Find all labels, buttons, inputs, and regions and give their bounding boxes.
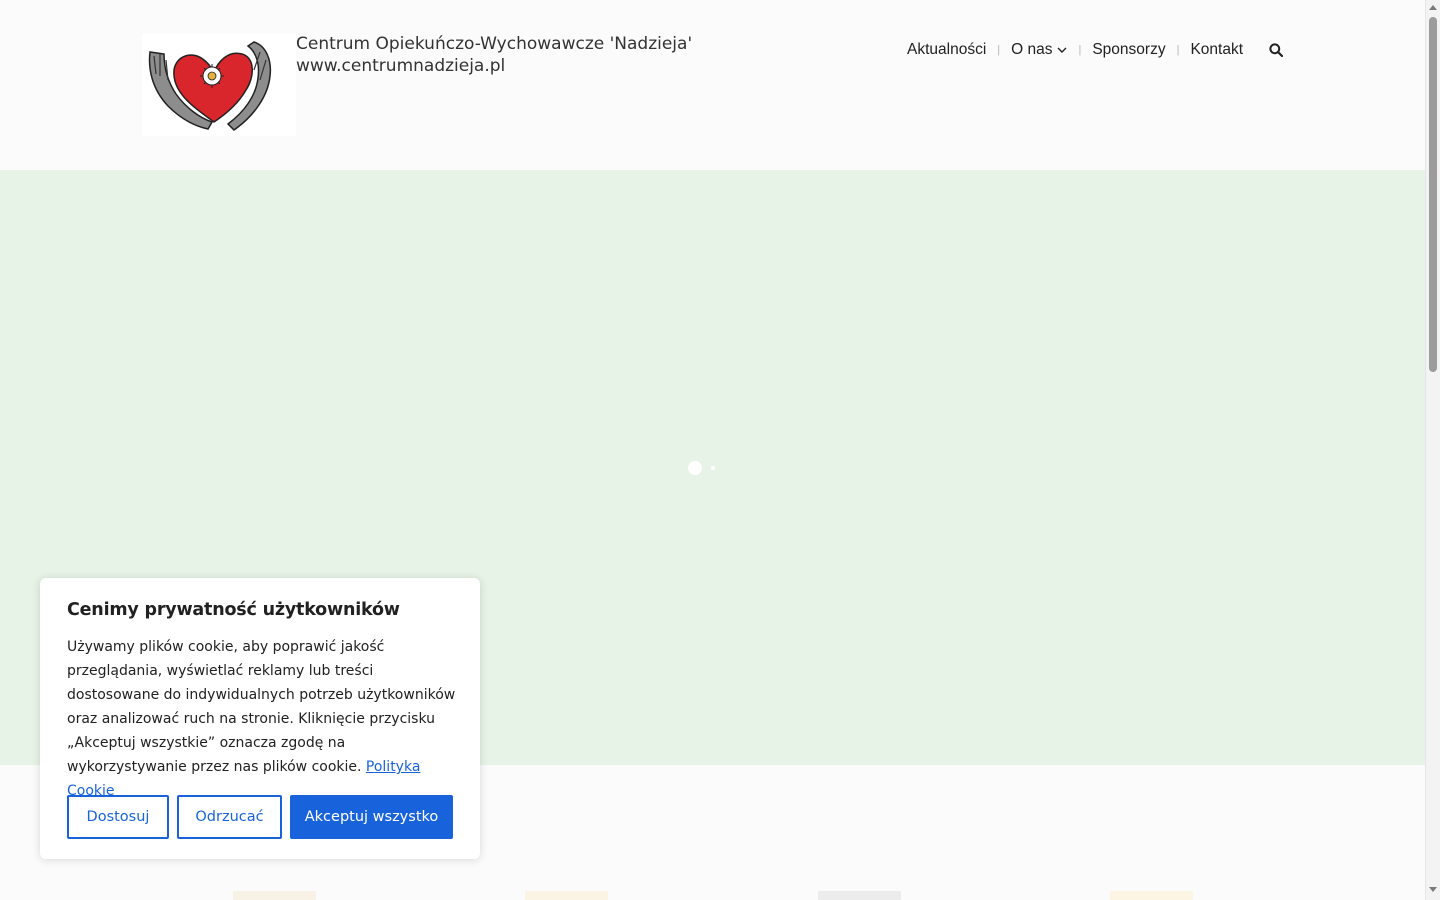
nav-separator: | (1078, 44, 1082, 56)
scroll-down-arrow-icon[interactable] (1429, 887, 1437, 892)
customize-button[interactable]: Dostosuj (67, 795, 169, 839)
main-navigation: Aktualności | O nas | Sponsorzy | Kontak… (907, 40, 1283, 60)
nav-item-label[interactable]: Aktualności (907, 41, 986, 59)
site-header: Centrum Opiekuńczo-Wychowawcze 'Nadzieja… (0, 0, 1425, 170)
nav-item-kontakt[interactable]: Kontakt (1190, 40, 1243, 60)
reject-button[interactable]: Odrzucać (177, 795, 282, 839)
site-title[interactable]: Centrum Opiekuńczo-Wychowawcze 'Nadzieja… (296, 33, 692, 77)
scrollbar-thumb[interactable] (1429, 17, 1437, 372)
slider-dot-active[interactable] (688, 461, 702, 475)
cookie-text: Używamy plików cookie, aby poprawić jako… (67, 639, 456, 775)
page-scrollbar[interactable] (1425, 0, 1440, 900)
nav-item-aktualnosci[interactable]: Aktualności (907, 40, 986, 60)
accept-all-button[interactable]: Akceptuj wszystko (290, 795, 453, 839)
search-icon[interactable] (1269, 43, 1283, 57)
cookie-description: Używamy plików cookie, aby poprawić jako… (67, 635, 462, 803)
nav-item-label[interactable]: O nas (1011, 41, 1052, 59)
nav-item-label[interactable]: Sponsorzy (1092, 41, 1165, 59)
content-thumbnail[interactable] (525, 891, 608, 900)
site-title-name[interactable]: Centrum Opiekuńczo-Wychowawcze 'Nadzieja… (296, 33, 692, 55)
site-title-url[interactable]: www.centrumnadzieja.pl (296, 55, 692, 77)
slider-dot[interactable] (711, 466, 715, 470)
content-thumbnail[interactable] (818, 891, 901, 900)
search-button[interactable] (1269, 43, 1283, 57)
cookie-title: Cenimy prywatność użytkowników (67, 600, 400, 620)
nav-item-label[interactable]: Kontakt (1190, 41, 1243, 59)
content-thumbnail[interactable] (1110, 891, 1193, 900)
chevron-down-icon[interactable] (1057, 41, 1067, 59)
scroll-up-arrow-icon[interactable] (1429, 5, 1437, 10)
nav-item-sponsorzy[interactable]: Sponsorzy (1092, 40, 1165, 60)
content-thumbnail[interactable] (233, 891, 316, 900)
heart-in-hands-logo (148, 41, 272, 131)
cookie-consent-banner: Cenimy prywatność użytkowników Używamy p… (40, 578, 480, 859)
nav-separator: | (1176, 44, 1180, 56)
nav-item-o-nas[interactable]: O nas (1011, 40, 1067, 60)
site-logo[interactable] (142, 34, 296, 136)
nav-separator: | (997, 44, 1001, 56)
